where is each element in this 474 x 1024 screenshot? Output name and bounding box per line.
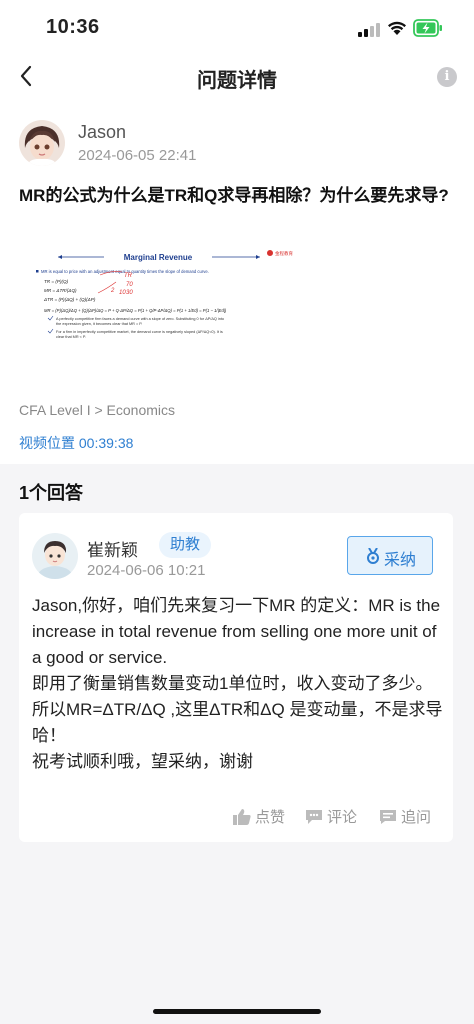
answer-body: Jason,你好，咱们先来复习一下MR 的定义：MR is the increa… [32,593,446,775]
slide-formula-2: MR = ΔTR/(ΔQ) [44,288,77,293]
answer-paragraph: 即用了衡量销售数量变动1单位时，收入变动了多少。所以MR=ΔTR/ΔQ ,这里Δ… [32,674,443,745]
svg-text:10: 10 [119,290,126,296]
status-bar: 10:36 [0,12,474,42]
slide-formula-3: ΔTR = (P)(ΔQ) + (Q)(ΔP) [43,297,96,302]
avatar[interactable] [19,120,65,166]
follow-up-button[interactable]: 追问 [379,806,431,827]
cellular-signal-icon [358,23,380,37]
follow-up-label: 追问 [401,809,432,826]
like-label: 点赞 [255,809,286,826]
svg-text:70: 70 [126,282,133,288]
medal-icon [367,548,379,564]
video-position-link[interactable]: 视频位置 00:39:38 [19,433,133,453]
slide-logo-icon [267,250,273,256]
like-button[interactable]: 点赞 [233,806,285,827]
slide-note-2b: clear that MR < P. [56,335,86,339]
answerer-name: 崔新颖 [87,541,138,560]
nav-bar: 问题详情 [0,56,474,98]
battery-charging-icon [413,19,442,37]
slide-handwriting: TR 70 30 2 10 [110,273,133,296]
thumbs-up-icon [233,809,251,825]
slide-note-1: A perfectly competitive firm faces a dem… [56,317,224,321]
question-title: MR的公式为什么是TR和Q求导再相除？为什么要先求导? [19,186,449,205]
comment-label: 评论 [327,809,358,826]
wifi-icon [388,21,406,35]
info-icon[interactable]: i [437,67,457,87]
slide-formula-1: TR = (P)(Q) [44,279,69,284]
adopt-button-label: 采纳 [384,552,417,569]
home-indicator[interactable] [153,1009,321,1014]
status-time: 10:36 [46,16,100,38]
svg-text:TR: TR [124,273,133,279]
svg-text:30: 30 [126,290,133,296]
answer-count: 1个回答 [19,483,84,503]
slide-note-2: For a firm in imperfectly competitive ma… [56,330,223,334]
svg-text:2: 2 [110,288,115,294]
slide-formula-4: MR = (P)(ΔQ)/ΔQ + (Q)(ΔP)/ΔQ = P + Q·ΔP/… [44,308,227,313]
page-title: 问题详情 [197,70,277,92]
question-attachment-image[interactable]: Marginal Revenue 金程教育 MR is equal to pri… [18,242,310,352]
question-datetime: 2024-06-05 22:41 [78,147,197,164]
question-category[interactable]: CFA Level I > Economics [19,402,175,418]
user-avatar-image [19,120,65,166]
slide-title: Marginal Revenue [124,253,193,262]
follow-up-icon [380,810,396,824]
slide-note-1b: the expression given, it becomes clear t… [56,322,142,326]
answer-datetime: 2024-06-06 10:21 [87,562,206,579]
comment-icon [306,810,322,824]
comment-button[interactable]: 评论 [305,806,357,827]
slide-logo: 金程教育 [275,250,293,257]
answer-paragraph: 祝考试顺利哦，望采纳，谢谢 [32,752,253,771]
answerer-avatar-image [32,533,78,579]
answerer-avatar[interactable] [32,533,78,579]
role-badge: 助教 [159,532,211,558]
question-author-name: Jason [78,122,127,142]
answer-paragraph: Jason,你好，咱们先来复习一下MR 的定义：MR is the increa… [32,596,441,667]
adopt-button[interactable]: 采纳 [347,536,433,575]
